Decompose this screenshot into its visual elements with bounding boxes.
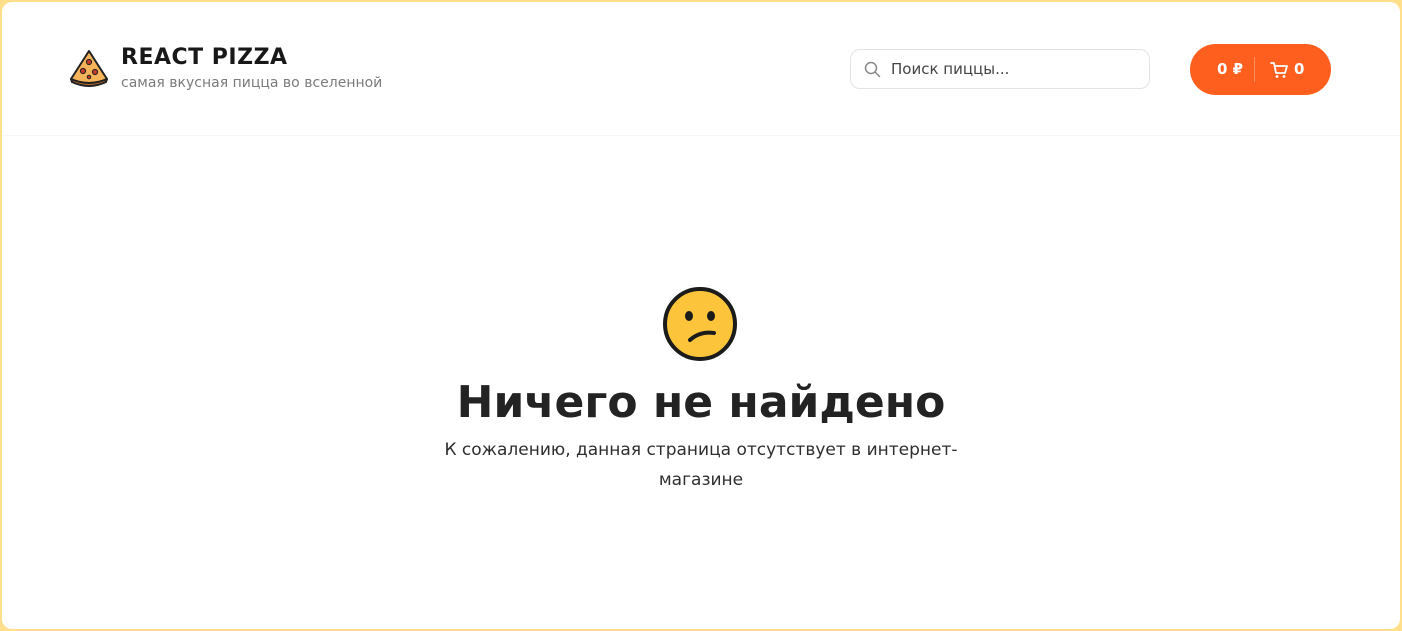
logo-subtitle: самая вкусная пицца во вселенной [121, 75, 383, 91]
header: REACT PIZZA самая вкусная пицца во вселе… [2, 2, 1400, 136]
not-found-section: Ничего не найдено К сожалению, данная ст… [2, 136, 1400, 629]
search-input[interactable] [891, 50, 1141, 88]
cart-divider [1254, 57, 1255, 82]
logo-text: REACT PIZZA самая вкусная пицца во вселе… [121, 44, 382, 92]
logo-link[interactable]: REACT PIZZA самая вкусная пицца во вселе… [68, 44, 382, 92]
cart-total-price: 0 ₽ [1217, 60, 1244, 78]
logo-title: REACT PIZZA [121, 45, 288, 70]
shopping-cart-icon [1270, 62, 1288, 78]
confused-face-emoji-icon [663, 287, 737, 361]
cart-item-count: 0 [1294, 60, 1305, 78]
cart-button[interactable]: 0 ₽ 0 [1190, 44, 1331, 95]
search-box [850, 49, 1150, 89]
not-found-description: К сожалению, данная страница отсутствует… [444, 440, 958, 490]
app-wrapper: REACT PIZZA самая вкусная пицца во вселе… [2, 2, 1400, 629]
search-icon [864, 61, 881, 78]
pizza-logo-icon [70, 50, 108, 87]
not-found-title: Ничего не найдено [456, 377, 946, 428]
